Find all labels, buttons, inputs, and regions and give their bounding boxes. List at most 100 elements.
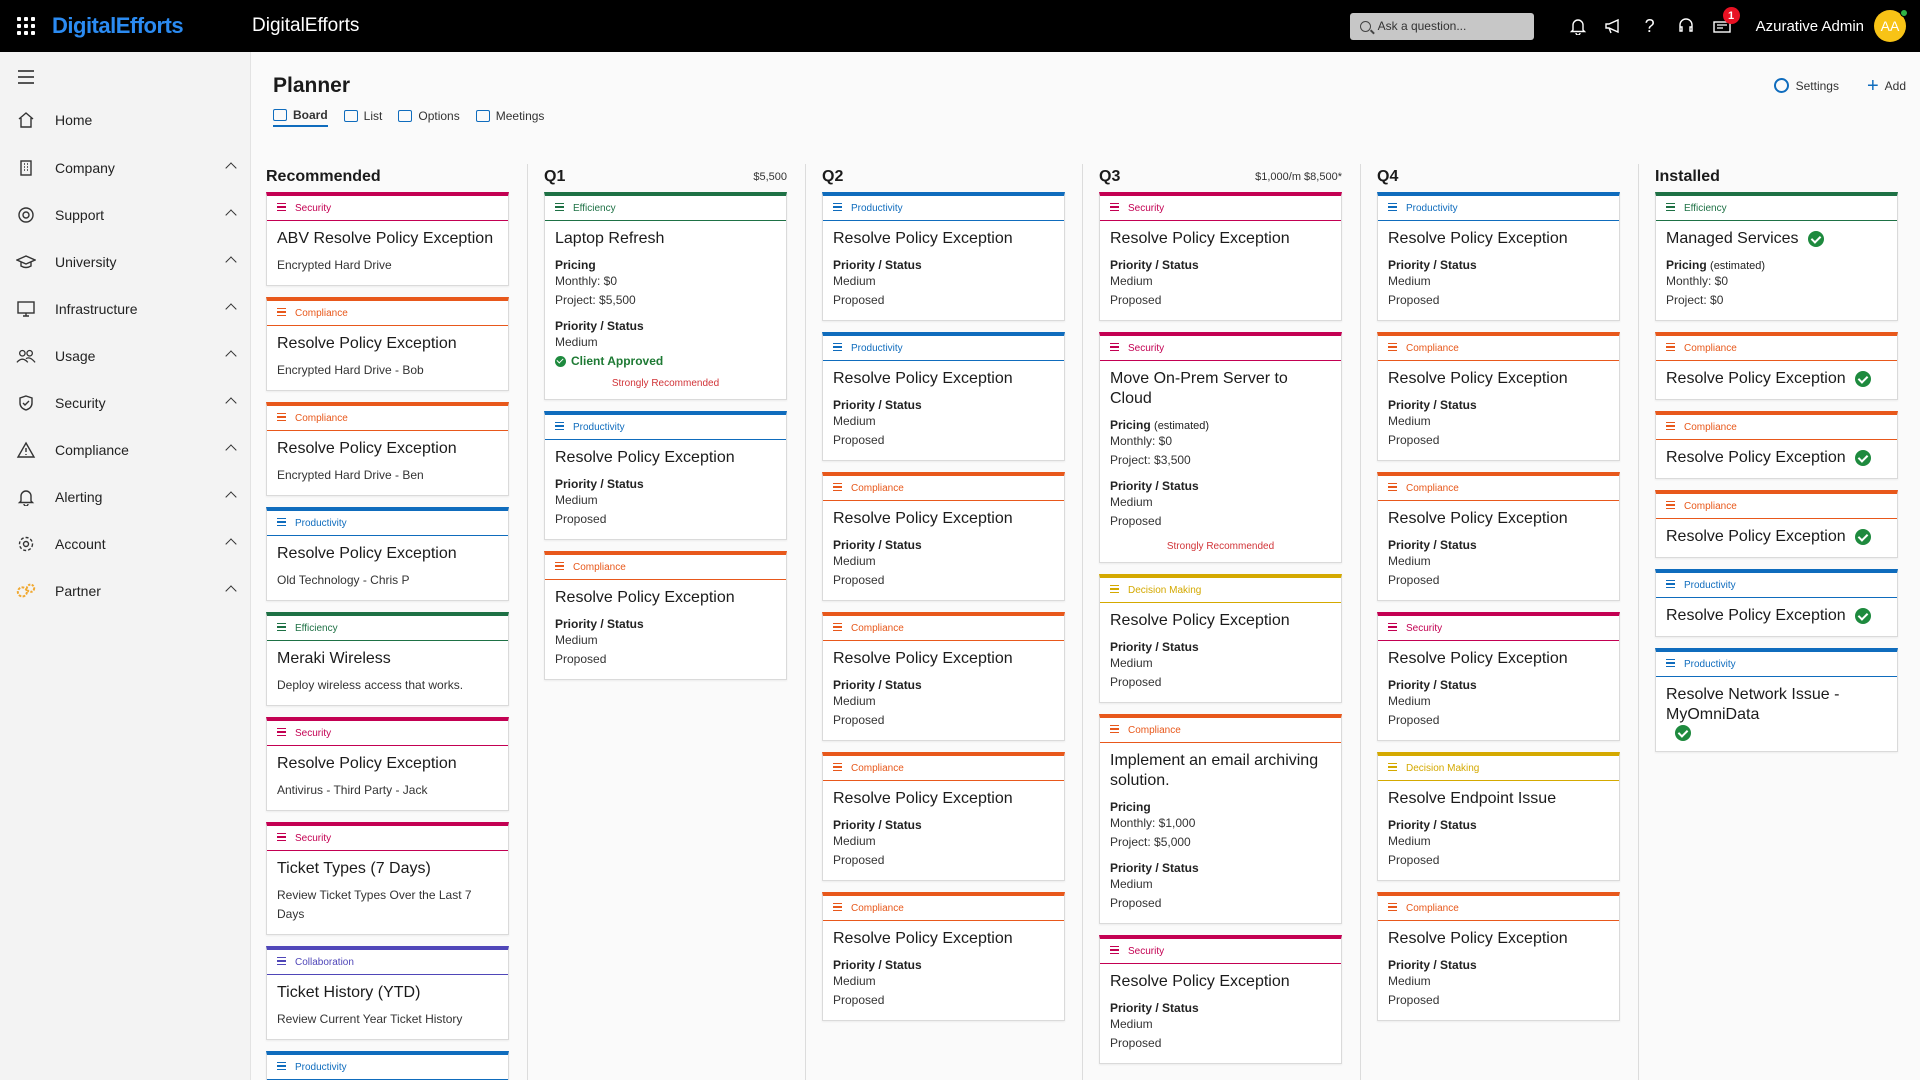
sidebar-item-alerting[interactable]: Alerting	[0, 477, 251, 517]
card-title: Resolve Policy Exception	[833, 370, 1013, 387]
category-tag: Compliance	[267, 301, 508, 326]
planner-card[interactable]: Decision Making Resolve Policy Exception P…	[1099, 574, 1342, 703]
sidebar-item-usage[interactable]: Usage	[0, 336, 251, 376]
category-tag: Compliance	[823, 616, 1064, 641]
chevron-up-icon[interactable]	[225, 444, 237, 456]
megaphone-icon[interactable]	[1596, 0, 1632, 52]
card-title: Resolve Policy Exception	[833, 790, 1013, 807]
category-tag: Compliance	[823, 756, 1064, 781]
planner-card[interactable]: Efficiency Managed Services Pricing (estim…	[1655, 192, 1898, 321]
status-value: Proposed	[1110, 896, 1162, 910]
planner-card[interactable]: Productivity Resolve Network Issue - MyOm…	[1655, 648, 1898, 752]
sidebar-item-account[interactable]: Account	[0, 524, 251, 564]
headset-icon[interactable]	[1668, 0, 1704, 52]
brand-logo[interactable]: DigitalEfforts	[52, 13, 252, 39]
status-value: Proposed	[833, 573, 885, 587]
category-tag: Productivity	[823, 196, 1064, 221]
planner-card[interactable]: Compliance Resolve Policy Exception Priori…	[822, 472, 1065, 601]
chevron-up-icon[interactable]	[225, 491, 237, 503]
planner-card[interactable]: Productivity Resolve Policy Exception	[1655, 569, 1898, 637]
category-tag: Compliance	[1656, 415, 1897, 440]
tab-label: Meetings	[495, 109, 545, 123]
chevron-up-icon[interactable]	[225, 538, 237, 550]
planner-card[interactable]: Efficiency Laptop Refresh Pricing Monthly:…	[544, 192, 787, 400]
sidebar-item-university[interactable]: University	[0, 242, 251, 282]
planner-card[interactable]: Productivity Resolve Policy Exception Prio…	[822, 192, 1065, 321]
chevron-up-icon[interactable]	[225, 256, 237, 268]
planner-card[interactable]: Security ABV Resolve Policy Exception Encr…	[266, 192, 509, 286]
status-value: Proposed	[1388, 433, 1440, 447]
pricing-label: Pricing	[555, 258, 596, 272]
planner-card[interactable]: Decision Making Resolve Endpoint Issue Pri…	[1377, 752, 1620, 881]
planner-card[interactable]: Productivity Resolve Policy Exception Prio…	[1377, 192, 1620, 321]
planner-card[interactable]: Compliance Resolve Policy Exception	[1655, 490, 1898, 558]
tab-list[interactable]: List	[343, 108, 382, 127]
category-tag: Efficiency	[267, 616, 508, 641]
chevron-up-icon[interactable]	[225, 303, 237, 315]
avatar[interactable]: AA	[1874, 9, 1908, 42]
user-name[interactable]: Azurative Admin	[1756, 18, 1864, 35]
planner-card[interactable]: Compliance Resolve Policy Exception Priori…	[1377, 332, 1620, 461]
sidebar-item-label: Compliance	[55, 442, 129, 458]
tab-meetings[interactable]: Meetings	[475, 108, 545, 127]
planner-card[interactable]: Compliance Implement an email archiving s…	[1099, 714, 1342, 924]
bell-icon[interactable]	[1560, 0, 1596, 52]
planner-card[interactable]: Efficiency Meraki Wireless Deploy wireless…	[266, 612, 509, 706]
planner-card[interactable]: Compliance Resolve Policy Exception	[1655, 332, 1898, 400]
planner-card[interactable]: Compliance Resolve Policy Exception Priori…	[822, 752, 1065, 881]
sidebar-item-partner[interactable]: Partner	[0, 571, 251, 611]
card-title: Resolve Policy Exception	[277, 545, 457, 562]
sidebar-item-infrastructure[interactable]: Infrastructure	[0, 289, 251, 329]
planner-card[interactable]: Security Resolve Policy Exception Priority…	[1377, 612, 1620, 741]
category-label: Security	[1128, 342, 1165, 354]
planner-card[interactable]: Security Move On-Prem Server to Cloud Pric…	[1099, 332, 1342, 563]
inbox-icon[interactable]: 1	[1704, 0, 1740, 52]
sidebar-item-security[interactable]: Security	[0, 383, 251, 423]
planner-card[interactable]: Security Ticket Types (7 Days) Review Tick…	[266, 822, 509, 935]
tab-board[interactable]: Board	[273, 108, 328, 127]
planner-card[interactable]: Compliance Resolve Policy Exception Encryp…	[266, 297, 509, 391]
avatar-initials: AA	[1880, 18, 1900, 34]
chevron-up-icon[interactable]	[225, 209, 237, 221]
planner-card[interactable]: Collaboration Ticket History (YTD) Review …	[266, 946, 509, 1040]
sidebar-item-home[interactable]: Home	[0, 100, 251, 140]
category-tag: Decision Making	[1100, 578, 1341, 603]
tab-options[interactable]: Options	[398, 108, 460, 127]
chevron-up-icon[interactable]	[225, 350, 237, 362]
menu-lines-icon	[1388, 762, 1397, 773]
planner-card[interactable]: Security Resolve Policy Exception Priority…	[1099, 935, 1342, 1064]
column-header: Q3 $1,000/m $8,500*	[1099, 162, 1342, 192]
planner-card[interactable]: Compliance Resolve Policy Exception Priori…	[1377, 472, 1620, 601]
category-label: Compliance	[295, 307, 348, 319]
app-launcher-icon[interactable]	[0, 0, 52, 52]
planner-card[interactable]: Productivity Resolve Policy Exception Prio…	[822, 332, 1065, 461]
planner-card[interactable]: Security Resolve Policy Exception Antiviru…	[266, 717, 509, 811]
planner-card[interactable]: Compliance Resolve Policy Exception Priori…	[822, 892, 1065, 1021]
menu-lines-icon	[555, 202, 564, 213]
add-button[interactable]: + Add	[1867, 76, 1906, 96]
planner-card[interactable]: Compliance Resolve Policy Exception	[1655, 411, 1898, 479]
chevron-up-icon[interactable]	[225, 397, 237, 409]
sidebar-item-compliance[interactable]: Compliance	[0, 430, 251, 470]
chevron-up-icon[interactable]	[225, 585, 237, 597]
planner-card[interactable]: Productivity	[266, 1051, 509, 1080]
planner-card[interactable]: Compliance Resolve Policy Exception Priori…	[1377, 892, 1620, 1021]
checkmark-icon	[1807, 231, 1824, 247]
planner-card[interactable]: Security Resolve Policy Exception Priority…	[1099, 192, 1342, 321]
sidebar-item-label: Alerting	[55, 489, 103, 505]
chevron-up-icon[interactable]	[225, 162, 237, 174]
category-label: Compliance	[1684, 421, 1737, 433]
sidebar-item-company[interactable]: Company	[0, 148, 251, 188]
menu-icon[interactable]	[18, 70, 34, 88]
status-value: Proposed	[1388, 993, 1440, 1007]
planner-card[interactable]: Compliance Resolve Policy Exception Priori…	[822, 612, 1065, 741]
sidebar-item-support[interactable]: Support	[0, 195, 251, 235]
search-input[interactable]: Ask a question...	[1349, 12, 1534, 40]
column-title: Q2	[822, 168, 844, 185]
planner-card[interactable]: Productivity Resolve Policy Exception Prio…	[544, 411, 787, 540]
help-icon[interactable]: ?	[1632, 0, 1668, 52]
planner-card[interactable]: Compliance Resolve Policy Exception Priori…	[544, 551, 787, 680]
planner-card[interactable]: Compliance Resolve Policy Exception Encryp…	[266, 402, 509, 496]
settings-button[interactable]: Settings	[1773, 78, 1839, 93]
planner-card[interactable]: Productivity Resolve Policy Exception Old …	[266, 507, 509, 601]
